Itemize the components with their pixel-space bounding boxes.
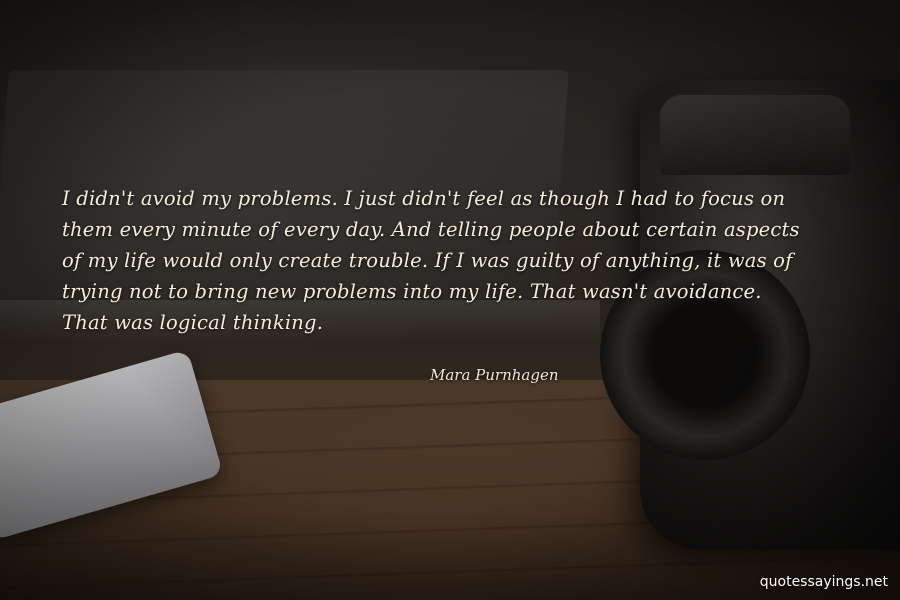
quote-text: I didn't avoid my problems. I just didn'… (62, 183, 842, 338)
site-watermark: quotessayings.net (759, 574, 888, 590)
quote-image: I didn't avoid my problems. I just didn'… (0, 0, 900, 600)
quote-line: of my life would only create trouble. If… (62, 249, 793, 272)
quote-line: I didn't avoid my problems. I just didn'… (62, 187, 786, 210)
quote-line: trying not to bring new problems into my… (62, 280, 762, 303)
quote-line: them every minute of every day. And tell… (62, 218, 800, 241)
quote-line: That was logical thinking. (62, 311, 324, 334)
quote-author: Mara Purnhagen (430, 366, 559, 384)
